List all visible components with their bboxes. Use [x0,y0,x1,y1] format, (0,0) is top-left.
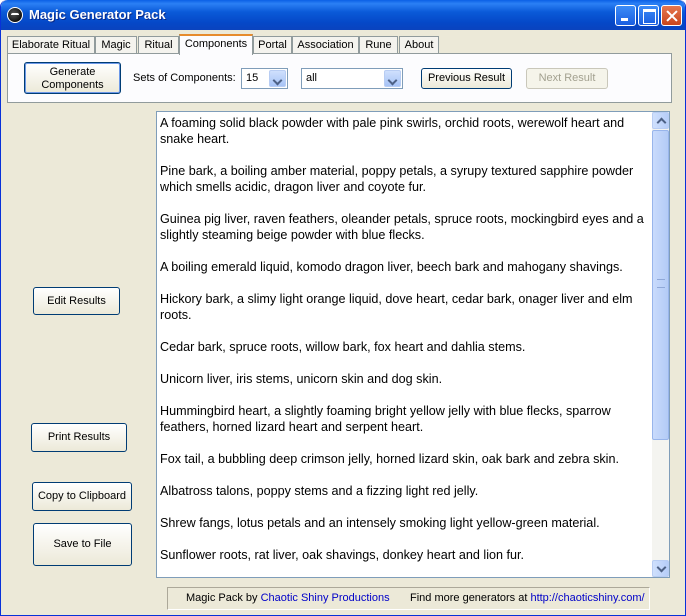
tab-ritual[interactable]: Ritual [138,36,179,54]
crystal-ball-icon[interactable] [7,7,23,23]
more-generators-text: Find more generators at http://chaoticsh… [410,592,645,604]
previous-result-button[interactable]: Previous Result [421,68,512,89]
tab-elaborate-ritual[interactable]: Elaborate Ritual [7,36,95,54]
scroll-down-icon[interactable] [652,560,669,577]
result-item: A boiling emerald liquid, komodo dragon … [160,260,623,274]
sets-count-select[interactable]: 15 [241,68,288,89]
tab-association[interactable]: Association [292,36,359,54]
window-title: Magic Generator Pack [29,7,166,22]
sets-label: Sets of Components: [133,72,236,84]
results-scrollbar[interactable] [652,112,669,577]
result-item: Shrew fangs, lotus petals and an intense… [160,516,600,530]
tab-components[interactable]: Components [179,34,253,55]
minimize-icon[interactable] [615,5,636,26]
result-item: Hummingbird heart, a slightly foaming br… [160,404,611,434]
generate-label-line2: Components [41,79,104,91]
results-textarea[interactable]: A foaming solid black powder with pale p… [156,111,670,578]
result-item: Sunflower roots, rat liver, oak shavings… [160,548,525,562]
credit-link[interactable]: Chaotic Shiny Productions [261,592,390,604]
result-item: Fox tail, a bubbling deep crimson jelly,… [160,452,619,466]
result-item: Albatross talons, poppy stems and a fizz… [160,484,479,498]
tab-about[interactable]: About [399,36,439,54]
close-icon[interactable] [661,5,682,26]
tab-rune[interactable]: Rune [359,36,398,54]
save-to-file-button[interactable]: Save to File [33,523,132,566]
copy-to-clipboard-button[interactable]: Copy to Clipboard [32,482,132,511]
main-window: Magic Generator Pack Elaborate Ritual Ma… [0,0,686,616]
more-prefix: Find more generators at [410,592,528,604]
scrollbar-thumb[interactable] [652,130,669,440]
next-result-button[interactable]: Next Result [526,68,608,89]
status-footer: Magic Pack by Chaotic Shiny Productions … [167,587,650,610]
website-link[interactable]: http://chaoticshiny.com/ [530,592,644,604]
filter-select[interactable]: all [301,68,403,89]
tab-magic[interactable]: Magic [95,36,137,54]
result-item: Pine bark, a boiling amber material, pop… [160,164,634,194]
generate-components-button[interactable]: Generate Components [24,62,121,94]
credit-prefix: Magic Pack by [186,592,258,604]
filter-value: all [306,72,318,84]
generate-label-line1: Generate [49,66,96,78]
result-item: Hickory bark, a slimy light orange liqui… [160,292,633,322]
chevron-down-icon[interactable] [269,70,286,87]
tab-portal[interactable]: Portal [253,36,292,54]
sets-count-value: 15 [246,72,259,84]
results-text: A foaming solid black powder with pale p… [160,115,650,577]
scroll-up-icon[interactable] [652,112,669,129]
result-item: A foaming solid black powder with pale p… [160,116,625,146]
credit-text: Magic Pack by Chaotic Shiny Productions [186,592,390,604]
result-item: Cedar bark, spruce roots, willow bark, f… [160,340,526,354]
result-item: Unicorn liver, iris stems, unicorn skin … [160,372,443,386]
print-results-button[interactable]: Print Results [31,423,127,452]
maximize-icon[interactable] [638,5,659,26]
edit-results-button[interactable]: Edit Results [33,287,120,315]
result-item: Guinea pig liver, raven feathers, oleand… [160,212,644,242]
chevron-down-icon[interactable] [384,70,401,87]
title-bar[interactable]: Magic Generator Pack [1,0,685,30]
